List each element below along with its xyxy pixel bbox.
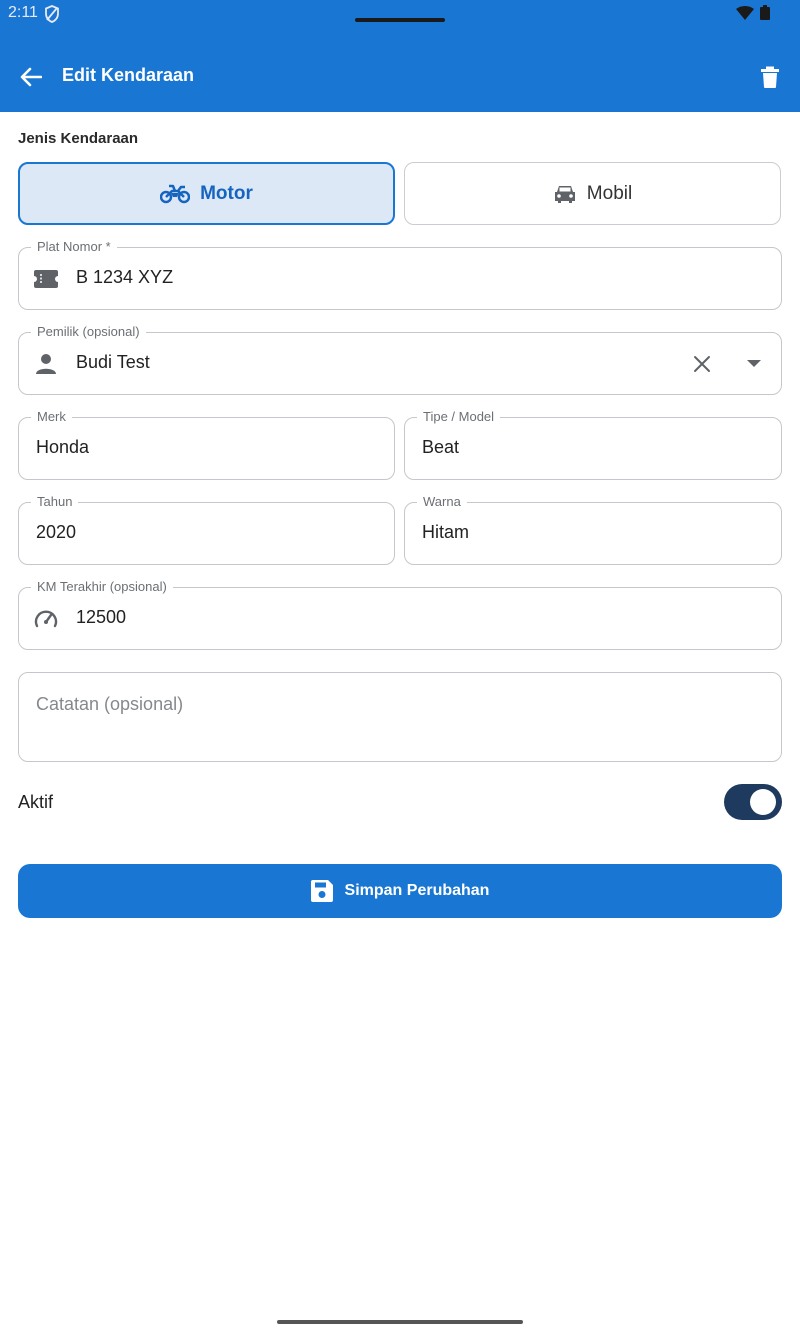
owner-dropdown[interactable]: Pemilik (opsional) Budi Test	[18, 323, 782, 395]
app-bar: Edit Kendaraan	[0, 40, 800, 112]
year-value: 2020	[36, 522, 77, 542]
color-value: Hitam	[422, 522, 470, 542]
speedometer-icon	[33, 607, 59, 631]
battery-icon	[760, 5, 770, 20]
notes-textarea[interactable]: Catatan (opsional)	[18, 672, 782, 762]
brand-field[interactable]: Merk Honda	[18, 408, 395, 480]
notch-pill	[355, 18, 445, 22]
wifi-icon	[736, 6, 754, 20]
status-time: 2:11	[8, 4, 38, 21]
vehicle-type-motor-button[interactable]: Motor	[18, 162, 395, 225]
save-button[interactable]: Simpan Perubahan	[18, 864, 782, 918]
status-bar: 2:11	[0, 0, 800, 40]
caret-down-icon	[747, 360, 761, 367]
plate-number-label: Plat Nomor *	[31, 238, 117, 256]
vehicle-type-motor-label: Motor	[200, 182, 253, 204]
motorcycle-icon	[160, 184, 191, 203]
active-label: Aktif	[18, 792, 54, 812]
vehicle-type-label: Jenis Kendaraan	[18, 130, 139, 147]
active-toggle[interactable]	[724, 784, 782, 820]
owner-label: Pemilik (opsional)	[31, 323, 146, 341]
brand-label: Merk	[31, 408, 72, 426]
year-field[interactable]: Tahun 2020	[18, 493, 395, 565]
plate-number-value: B 1234 XYZ	[76, 267, 174, 287]
owner-value: Budi Test	[76, 352, 150, 372]
owner-dropdown-toggle[interactable]	[741, 351, 767, 377]
vehicle-type-mobil-label: Mobil	[586, 182, 633, 204]
toggle-knob	[750, 789, 776, 815]
close-icon	[694, 356, 710, 372]
page-title: Edit Kendaraan	[62, 65, 195, 85]
year-label: Tahun	[31, 493, 79, 511]
color-label: Warna	[417, 493, 467, 511]
model-value: Beat	[422, 437, 460, 457]
model-label: Tipe / Model	[417, 408, 501, 426]
arrow-left-icon	[20, 67, 42, 87]
color-field[interactable]: Warna Hitam	[404, 493, 782, 565]
car-icon	[554, 185, 575, 203]
shield-icon	[45, 5, 59, 23]
odometer-label: KM Terakhir (opsional)	[31, 578, 173, 596]
plate-number-field[interactable]: Plat Nomor * B 1234 XYZ	[18, 238, 782, 310]
delete-button[interactable]	[756, 62, 784, 92]
back-button[interactable]	[16, 62, 46, 92]
model-field[interactable]: Tipe / Model Beat	[404, 408, 782, 480]
odometer-field[interactable]: KM Terakhir (opsional) 12500	[18, 578, 782, 650]
home-indicator	[277, 1320, 523, 1324]
brand-value: Honda	[36, 437, 90, 457]
notes-placeholder: Catatan (opsional)	[36, 694, 184, 714]
vehicle-type-mobil-button[interactable]: Mobil	[404, 162, 781, 225]
person-icon	[33, 352, 59, 376]
save-button-label: Simpan Perubahan	[344, 882, 490, 899]
trash-icon	[761, 66, 779, 88]
clear-owner-button[interactable]	[689, 351, 715, 377]
save-icon	[310, 880, 333, 902]
odometer-value: 12500	[76, 607, 127, 627]
license-plate-icon	[33, 267, 59, 291]
